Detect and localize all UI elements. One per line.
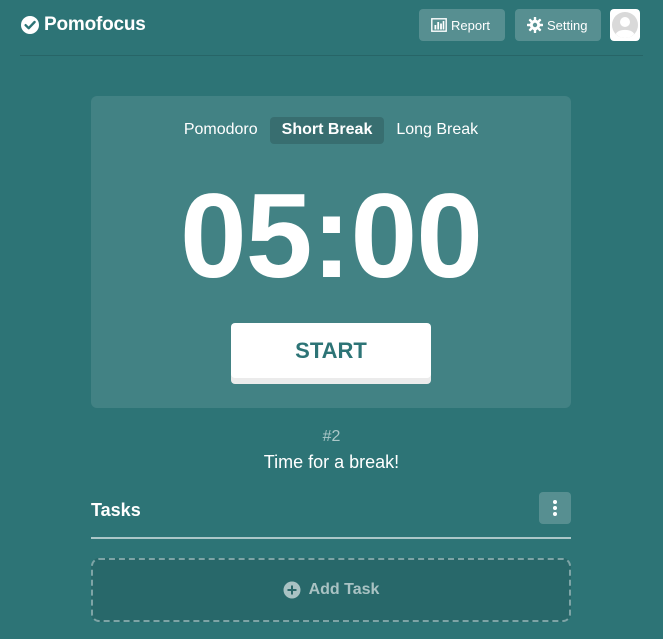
session-count: #2 bbox=[322, 428, 341, 445]
start-button[interactable]: START bbox=[231, 323, 431, 378]
header: Pomofocus Report Setting bbox=[20, 0, 643, 56]
add-task-button[interactable]: Add Task bbox=[91, 558, 571, 622]
tab-long-break[interactable]: Long Break bbox=[384, 117, 490, 144]
tab-short-break[interactable]: Short Break bbox=[269, 116, 385, 144]
brand-name: Pomofocus bbox=[44, 14, 146, 35]
tasks-title: Tasks bbox=[91, 500, 141, 520]
user-avatar-button[interactable] bbox=[610, 9, 640, 41]
check-circle-icon bbox=[21, 16, 39, 34]
vertical-dots-icon bbox=[553, 500, 557, 516]
bar-chart-icon bbox=[431, 18, 447, 32]
brand-logo[interactable]: Pomofocus bbox=[20, 13, 146, 37]
mode-tabs: Pomodoro Short Break Long Break bbox=[91, 116, 571, 144]
user-avatar-icon bbox=[612, 12, 638, 38]
report-button[interactable]: Report bbox=[419, 9, 505, 41]
timer-display: 05:00 bbox=[180, 169, 483, 303]
add-task-label: Add Task bbox=[308, 581, 380, 598]
tasks-menu-button[interactable] bbox=[539, 492, 571, 524]
setting-label: Setting bbox=[547, 17, 588, 33]
timer-card: Pomodoro Short Break Long Break 05:00 ST… bbox=[91, 96, 571, 408]
app-root: Pomofocus Report Setting Pomodoro Short … bbox=[0, 0, 663, 639]
tasks-header: Tasks bbox=[91, 492, 571, 539]
plus-circle-icon bbox=[283, 581, 301, 599]
setting-button[interactable]: Setting bbox=[515, 9, 601, 41]
tab-pomodoro[interactable]: Pomodoro bbox=[172, 117, 270, 144]
status-message: Time for a break! bbox=[263, 452, 400, 472]
report-label: Report bbox=[451, 17, 491, 33]
gear-icon bbox=[527, 17, 543, 33]
